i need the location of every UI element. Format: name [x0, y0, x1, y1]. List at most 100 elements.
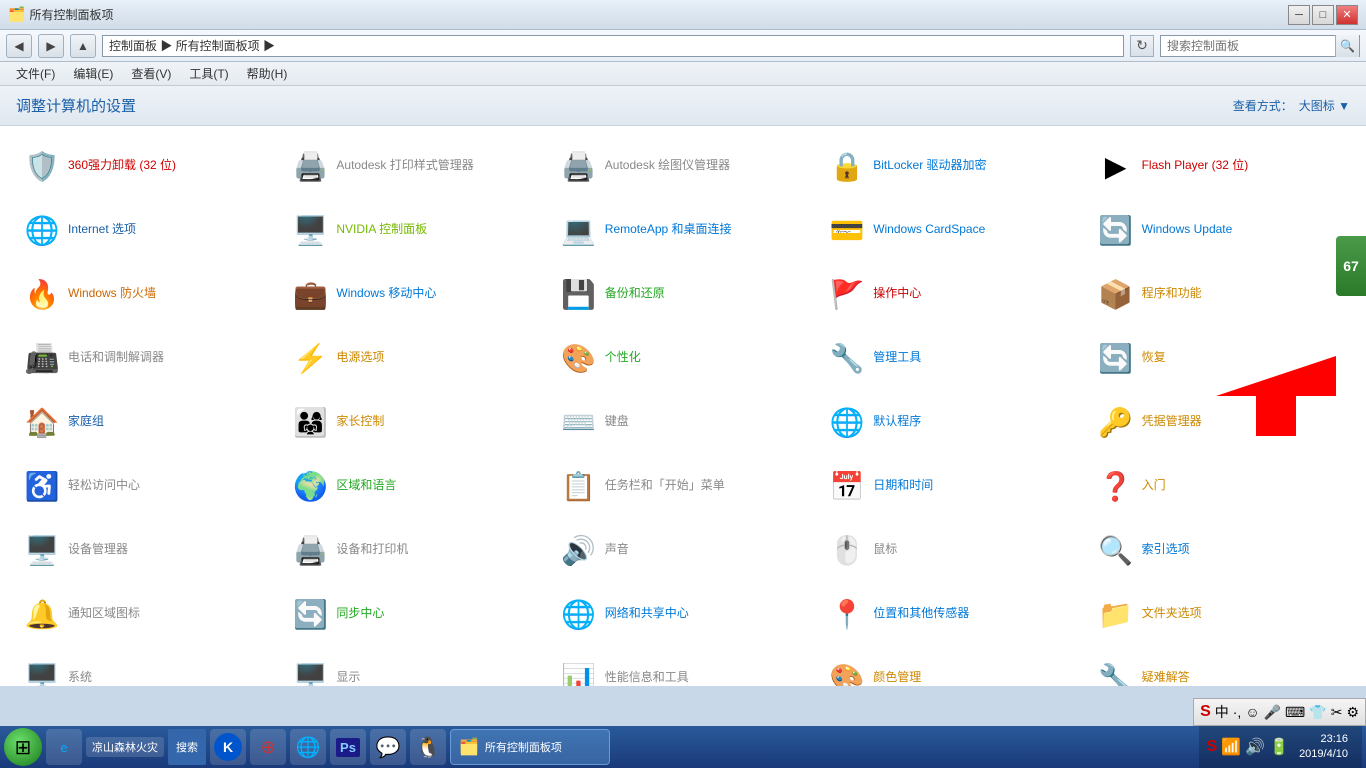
- control-item-display[interactable]: 🖥️ 显示: [284, 648, 544, 686]
- sogou-settings[interactable]: ⚙: [1346, 704, 1359, 721]
- menu-file[interactable]: 文件(F): [8, 63, 63, 84]
- control-item-programs[interactable]: 📦 程序和功能: [1090, 264, 1350, 324]
- control-item-bitlocker[interactable]: 🔒 BitLocker 驱动器加密: [821, 136, 1081, 196]
- start-button[interactable]: ⊞: [4, 728, 42, 766]
- sogou-emoji[interactable]: ☺: [1245, 704, 1259, 720]
- sogou-keyboard[interactable]: ⌨: [1285, 704, 1305, 721]
- control-item-getstarted[interactable]: ❓ 入门: [1090, 456, 1350, 516]
- tray-audio[interactable]: 🔊: [1245, 737, 1265, 757]
- control-icon-keyboard: ⌨️: [561, 404, 597, 440]
- menu-tools[interactable]: 工具(T): [181, 63, 236, 84]
- control-item-folder-options[interactable]: 📁 文件夹选项: [1090, 584, 1350, 644]
- control-item-taskbar-start[interactable]: 📋 任务栏和「开始」菜单: [553, 456, 813, 516]
- control-item-autodesk-plot[interactable]: 🖨️ Autodesk 绘图仪管理器: [553, 136, 813, 196]
- control-item-keyboard[interactable]: ⌨️ 键盘: [553, 392, 813, 452]
- control-item-devices-printers[interactable]: 🖨️ 设备和打印机: [284, 520, 544, 580]
- control-item-internet-options[interactable]: 🌐 Internet 选项: [16, 200, 276, 260]
- control-item-mouse[interactable]: 🖱️ 鼠标: [821, 520, 1081, 580]
- close-button[interactable]: ✕: [1336, 5, 1358, 25]
- control-item-region-lang[interactable]: 🌍 区域和语言: [284, 456, 544, 516]
- control-item-homegroup[interactable]: 🏠 家庭组: [16, 392, 276, 452]
- tray-sogou[interactable]: S: [1207, 738, 1218, 756]
- control-item-color-mgmt[interactable]: 🎨 颜色管理: [821, 648, 1081, 686]
- control-item-action-center[interactable]: 🚩 操作中心: [821, 264, 1081, 324]
- control-icon-device-manager: 🖥️: [24, 532, 60, 568]
- control-item-nvidia[interactable]: 🖥️ NVIDIA 控制面板: [284, 200, 544, 260]
- control-label-action-center: 操作中心: [873, 286, 921, 302]
- control-item-autodesk-print[interactable]: 🖨️ Autodesk 打印样式管理器: [284, 136, 544, 196]
- sogou-chinese[interactable]: 中: [1215, 702, 1229, 722]
- taskbar-ie-label[interactable]: 凉山森林火灾: [86, 737, 164, 757]
- control-item-recovery[interactable]: 🔄 恢复: [1090, 328, 1350, 388]
- maximize-button[interactable]: □: [1312, 5, 1334, 25]
- menu-edit[interactable]: 编辑(E): [65, 63, 121, 84]
- taskbar-360[interactable]: ⊕: [250, 729, 286, 765]
- taskbar-ps[interactable]: Ps: [330, 729, 366, 765]
- control-item-system[interactable]: 🖥️ 系统: [16, 648, 276, 686]
- sogou-skin[interactable]: 👕: [1309, 704, 1326, 721]
- control-item-sound[interactable]: 🔊 声音: [553, 520, 813, 580]
- taskbar-qq[interactable]: 🐧: [410, 729, 446, 765]
- control-item-notification-icons[interactable]: 🔔 通知区域图标: [16, 584, 276, 644]
- view-options: 查看方式： 大图标 ▼: [1233, 97, 1350, 114]
- control-icon-indexing: 🔍: [1098, 532, 1134, 568]
- control-item-phone-modem[interactable]: 📠 电话和调制解调器: [16, 328, 276, 388]
- menu-view[interactable]: 查看(V): [123, 63, 179, 84]
- taskbar-chrome[interactable]: 🌐: [290, 729, 326, 765]
- control-icon-action-center: 🚩: [829, 276, 865, 312]
- search-button[interactable]: 🔍: [1335, 35, 1359, 57]
- control-item-location-sensors[interactable]: 📍 位置和其他传感器: [821, 584, 1081, 644]
- sogou-punct[interactable]: ·,: [1233, 704, 1242, 720]
- up-button[interactable]: ▲: [70, 34, 96, 58]
- control-icon-mobility: 💼: [292, 276, 328, 312]
- control-item-firewall[interactable]: 🔥 Windows 防火墙: [16, 264, 276, 324]
- taskbar-wechat[interactable]: 💬: [370, 729, 406, 765]
- control-item-remoteapp[interactable]: 💻 RemoteApp 和桌面连接: [553, 200, 813, 260]
- control-item-parental-control[interactable]: 👨‍👩‍👧 家长控制: [284, 392, 544, 452]
- control-item-management[interactable]: 🔧 管理工具: [821, 328, 1081, 388]
- taskbar-kuwo[interactable]: K: [210, 729, 246, 765]
- tray-battery[interactable]: 🔋: [1269, 737, 1289, 757]
- search-input[interactable]: [1161, 37, 1335, 55]
- control-item-device-manager[interactable]: 🖥️ 设备管理器: [16, 520, 276, 580]
- control-label-credentials: 凭据管理器: [1142, 414, 1202, 430]
- control-item-cardspace[interactable]: 💳 Windows CardSpace: [821, 200, 1081, 260]
- control-item-personalization[interactable]: 🎨 个性化: [553, 328, 813, 388]
- control-item-flash[interactable]: ▶ Flash Player (32 位): [1090, 136, 1350, 196]
- view-option-button[interactable]: 大图标 ▼: [1299, 97, 1350, 114]
- control-item-mobility[interactable]: 💼 Windows 移动中心: [284, 264, 544, 324]
- control-label-phone-modem: 电话和调制解调器: [68, 350, 164, 366]
- control-item-windows-update[interactable]: 🔄 Windows Update: [1090, 200, 1350, 260]
- control-item-performance[interactable]: 📊 性能信息和工具: [553, 648, 813, 686]
- taskbar-search[interactable]: 搜索: [168, 729, 206, 765]
- control-item-datetime[interactable]: 📅 日期和时间: [821, 456, 1081, 516]
- control-item-default-programs[interactable]: 🌐 默认程序: [821, 392, 1081, 452]
- control-item-network-sharing[interactable]: 🌐 网络和共享中心: [553, 584, 813, 644]
- refresh-button[interactable]: ↻: [1130, 35, 1154, 57]
- sogou-mic[interactable]: 🎤: [1264, 704, 1281, 721]
- control-label-datetime: 日期和时间: [873, 478, 933, 494]
- taskbar-ie[interactable]: e: [46, 729, 82, 765]
- control-item-sync-center[interactable]: 🔄 同步中心: [284, 584, 544, 644]
- tray-network[interactable]: 📶: [1221, 737, 1241, 757]
- control-label-system: 系统: [68, 670, 92, 686]
- system-clock[interactable]: 23:16 2019/4/10: [1293, 732, 1354, 763]
- minimize-button[interactable]: ─: [1288, 5, 1310, 25]
- forward-button[interactable]: ▶: [38, 34, 64, 58]
- control-item-credentials[interactable]: 🔑 凭据管理器: [1090, 392, 1350, 452]
- sogou-tool1[interactable]: ✂: [1331, 704, 1343, 721]
- control-item-troubleshoot[interactable]: 🔧 疑难解答: [1090, 648, 1350, 686]
- control-label-location-sensors: 位置和其他传感器: [873, 606, 969, 622]
- taskbar-controlpanel[interactable]: 🗂️ 所有控制面板项: [450, 729, 610, 765]
- control-item-indexing[interactable]: 🔍 索引选项: [1090, 520, 1350, 580]
- back-button[interactable]: ◀: [6, 34, 32, 58]
- control-label-parental-control: 家长控制: [336, 414, 384, 430]
- control-label-display: 显示: [336, 670, 360, 686]
- control-item-ease-access[interactable]: ♿ 轻松访问中心: [16, 456, 276, 516]
- control-item-360[interactable]: 🛡️ 360强力卸载 (32 位): [16, 136, 276, 196]
- menu-help[interactable]: 帮助(H): [239, 63, 296, 84]
- tray-area: S 📶 🔊 🔋 23:16 2019/4/10: [1199, 726, 1362, 768]
- control-item-power[interactable]: ⚡ 电源选项: [284, 328, 544, 388]
- address-input[interactable]: [102, 35, 1124, 57]
- control-item-backup[interactable]: 💾 备份和还原: [553, 264, 813, 324]
